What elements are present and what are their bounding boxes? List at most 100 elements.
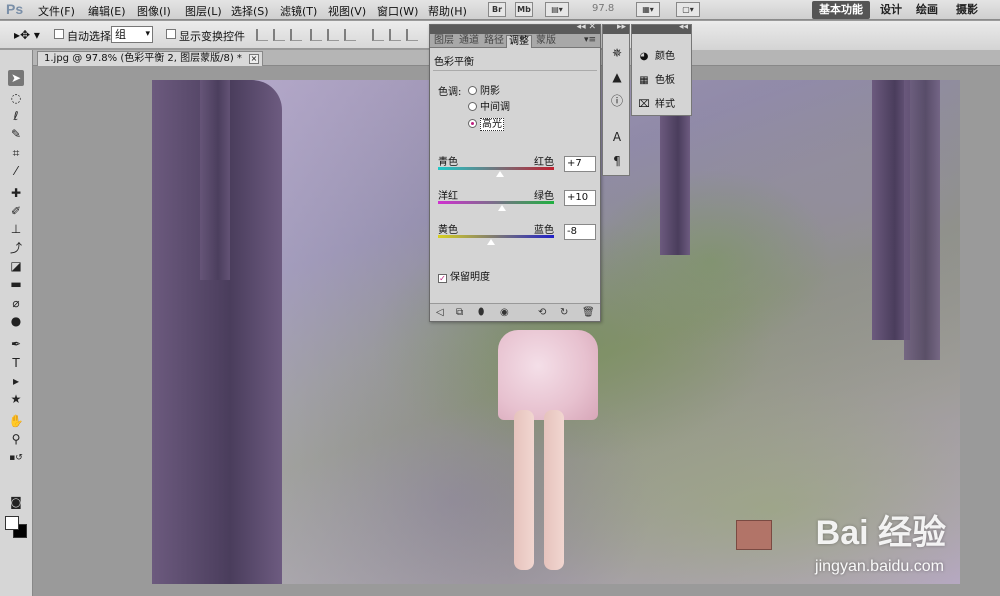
expand-icon[interactable]: ◂◂ [679,22,688,32]
character-icon[interactable]: A [609,129,625,145]
radio-shadows[interactable] [468,86,477,95]
workspace-design[interactable]: 设计 [878,1,904,19]
trash-icon[interactable]: 🗑 [582,307,595,318]
yellow-blue-slider[interactable] [438,235,554,238]
auto-select-checkbox[interactable] [54,29,64,39]
panel-menu-icon[interactable]: ▾≡ [584,35,596,45]
radio-midtones[interactable] [468,102,477,111]
view-previous-icon[interactable]: ⟲ [538,307,546,318]
magenta-green-slider[interactable] [438,201,554,204]
hand-tool-icon[interactable]: ✋ [8,413,24,429]
tab-layers[interactable]: 图层 [432,35,456,48]
menu-image[interactable]: 图像(I) [137,3,171,19]
move-tool-icon[interactable]: ➤ [8,70,24,86]
bridge-button[interactable]: Br [488,2,506,17]
reset-icon[interactable]: ↻ [560,307,568,318]
menu-window[interactable]: 窗口(W) [377,3,418,19]
back-arrow-icon[interactable]: ◁ [436,307,444,318]
menu-file[interactable]: 文件(F) [38,3,75,19]
magenta-green-slider-thumb[interactable] [496,204,507,212]
cyan-red-slider-thumb[interactable] [495,170,506,178]
cyan-red-slider[interactable] [438,167,554,170]
quick-mask-icon[interactable]: ◙ [8,494,24,510]
dock-titlebar[interactable]: ◂◂ [632,22,691,34]
workspace-essentials[interactable]: 基本功能 [812,1,870,19]
expand-view-icon[interactable]: ⧉ [456,307,463,318]
preserve-luminosity[interactable]: ✓ 保留明度 [438,268,490,283]
brush-tool-icon[interactable]: ✐ [8,203,24,219]
dock-titlebar[interactable]: ▸▸ [603,22,629,34]
screen-mode-button[interactable]: ▢▾ [676,2,700,17]
magenta-green-value[interactable]: +10 [564,190,596,206]
tone-shadows[interactable]: 阴影 [468,82,500,97]
blur-tool-icon[interactable]: ⌀ [8,295,24,311]
menu-help[interactable]: 帮助(H) [428,3,467,19]
eraser-tool-icon[interactable]: ◪ [8,258,24,274]
preserve-luminosity-checkbox[interactable]: ✓ [438,274,447,283]
auto-select-dropdown[interactable]: 组 [111,26,153,43]
adjustments-panel-titlebar[interactable]: ◂◂ ✕ [430,22,600,34]
collapse-icon[interactable]: ◂◂ ✕ [577,22,596,32]
show-transform-checkbox[interactable] [166,29,176,39]
zoom-tool-icon[interactable]: ⚲ [8,431,24,447]
shape-tool-icon[interactable]: ★ [8,391,24,407]
menu-layer[interactable]: 图层(L) [185,3,222,19]
radio-highlights[interactable] [468,119,477,128]
distribute-top-icon[interactable] [372,29,384,41]
type-tool-icon[interactable]: T [8,355,24,371]
tab-paths[interactable]: 路径 [482,35,506,48]
marquee-tool-icon[interactable]: ◌ [8,90,24,106]
quick-select-tool-icon[interactable]: ✎ [8,126,24,142]
crop-tool-icon[interactable]: ⌗ [8,145,24,161]
yellow-blue-value[interactable]: -8 [564,224,596,240]
lasso-tool-icon[interactable]: ℓ [8,108,24,124]
document-tab[interactable]: 1.jpg @ 97.8% (色彩平衡 2, 图层蒙版/8) * × [37,51,263,66]
tone-highlights[interactable]: 高光 [468,115,504,131]
histogram-icon[interactable]: ▲ [609,69,625,85]
workspace-photography[interactable]: 摄影 [954,1,980,19]
paragraph-icon[interactable]: ¶ [609,153,625,169]
align-top-icon[interactable] [256,29,268,41]
swatches-panel-button[interactable]: ▦ 色板 [637,71,675,86]
tone-midtones[interactable]: 中间调 [468,98,510,113]
styles-panel-button[interactable]: ⌧ 样式 [637,95,675,110]
visibility-eye-icon[interactable]: ◉ [500,307,509,318]
align-right-icon[interactable] [344,29,356,41]
workspace-painting[interactable]: 绘画 [914,1,940,19]
move-tool-icon[interactable]: ▸✥ ▾ [14,28,40,42]
extras-button[interactable]: ▤▾ [545,2,569,17]
tab-channels[interactable]: 通道 [457,35,481,48]
yellow-blue-slider-thumb[interactable] [486,238,497,246]
pen-tool-icon[interactable]: ✒ [8,336,24,352]
navigator-icon[interactable]: ✵ [609,45,625,61]
foreground-color-swatch[interactable] [5,516,19,530]
expand-icon[interactable]: ▸▸ [617,22,626,32]
menu-select[interactable]: 选择(S) [231,3,269,19]
distribute-vcenter-icon[interactable] [389,29,401,41]
menu-edit[interactable]: 编辑(E) [88,3,126,19]
close-icon[interactable]: × [248,54,259,64]
tab-masks[interactable]: 蒙版 [534,35,558,48]
minibridge-button[interactable]: Mb [515,2,533,17]
info-icon[interactable]: ⓘ [609,93,625,109]
align-left-icon[interactable] [310,29,322,41]
align-vcenter-icon[interactable] [273,29,285,41]
distribute-bottom-icon[interactable] [406,29,418,41]
path-select-tool-icon[interactable]: ▸ [8,373,24,389]
gradient-tool-icon[interactable]: ▬ [8,276,24,292]
menu-filter[interactable]: 滤镜(T) [280,3,317,19]
clone-stamp-tool-icon[interactable]: ⊥ [8,221,24,237]
eyedropper-tool-icon[interactable]: ⁄ [8,163,24,179]
zoom-level[interactable]: 97.8 [592,3,614,14]
swap-colors-icon[interactable]: ▪↺ [8,450,24,466]
align-bottom-icon[interactable] [290,29,302,41]
cyan-red-value[interactable]: +7 [564,156,596,172]
align-hcenter-icon[interactable] [327,29,339,41]
clip-layer-icon[interactable]: ⬮ [478,307,484,318]
dodge-tool-icon[interactable]: ● [8,313,24,329]
tab-adjustments[interactable]: 调整 [506,35,532,48]
healing-brush-tool-icon[interactable]: ✚ [8,185,24,201]
history-brush-tool-icon[interactable]: ⤴ [8,240,24,256]
arrange-button[interactable]: ▦▾ [636,2,660,17]
menu-view[interactable]: 视图(V) [328,3,366,19]
